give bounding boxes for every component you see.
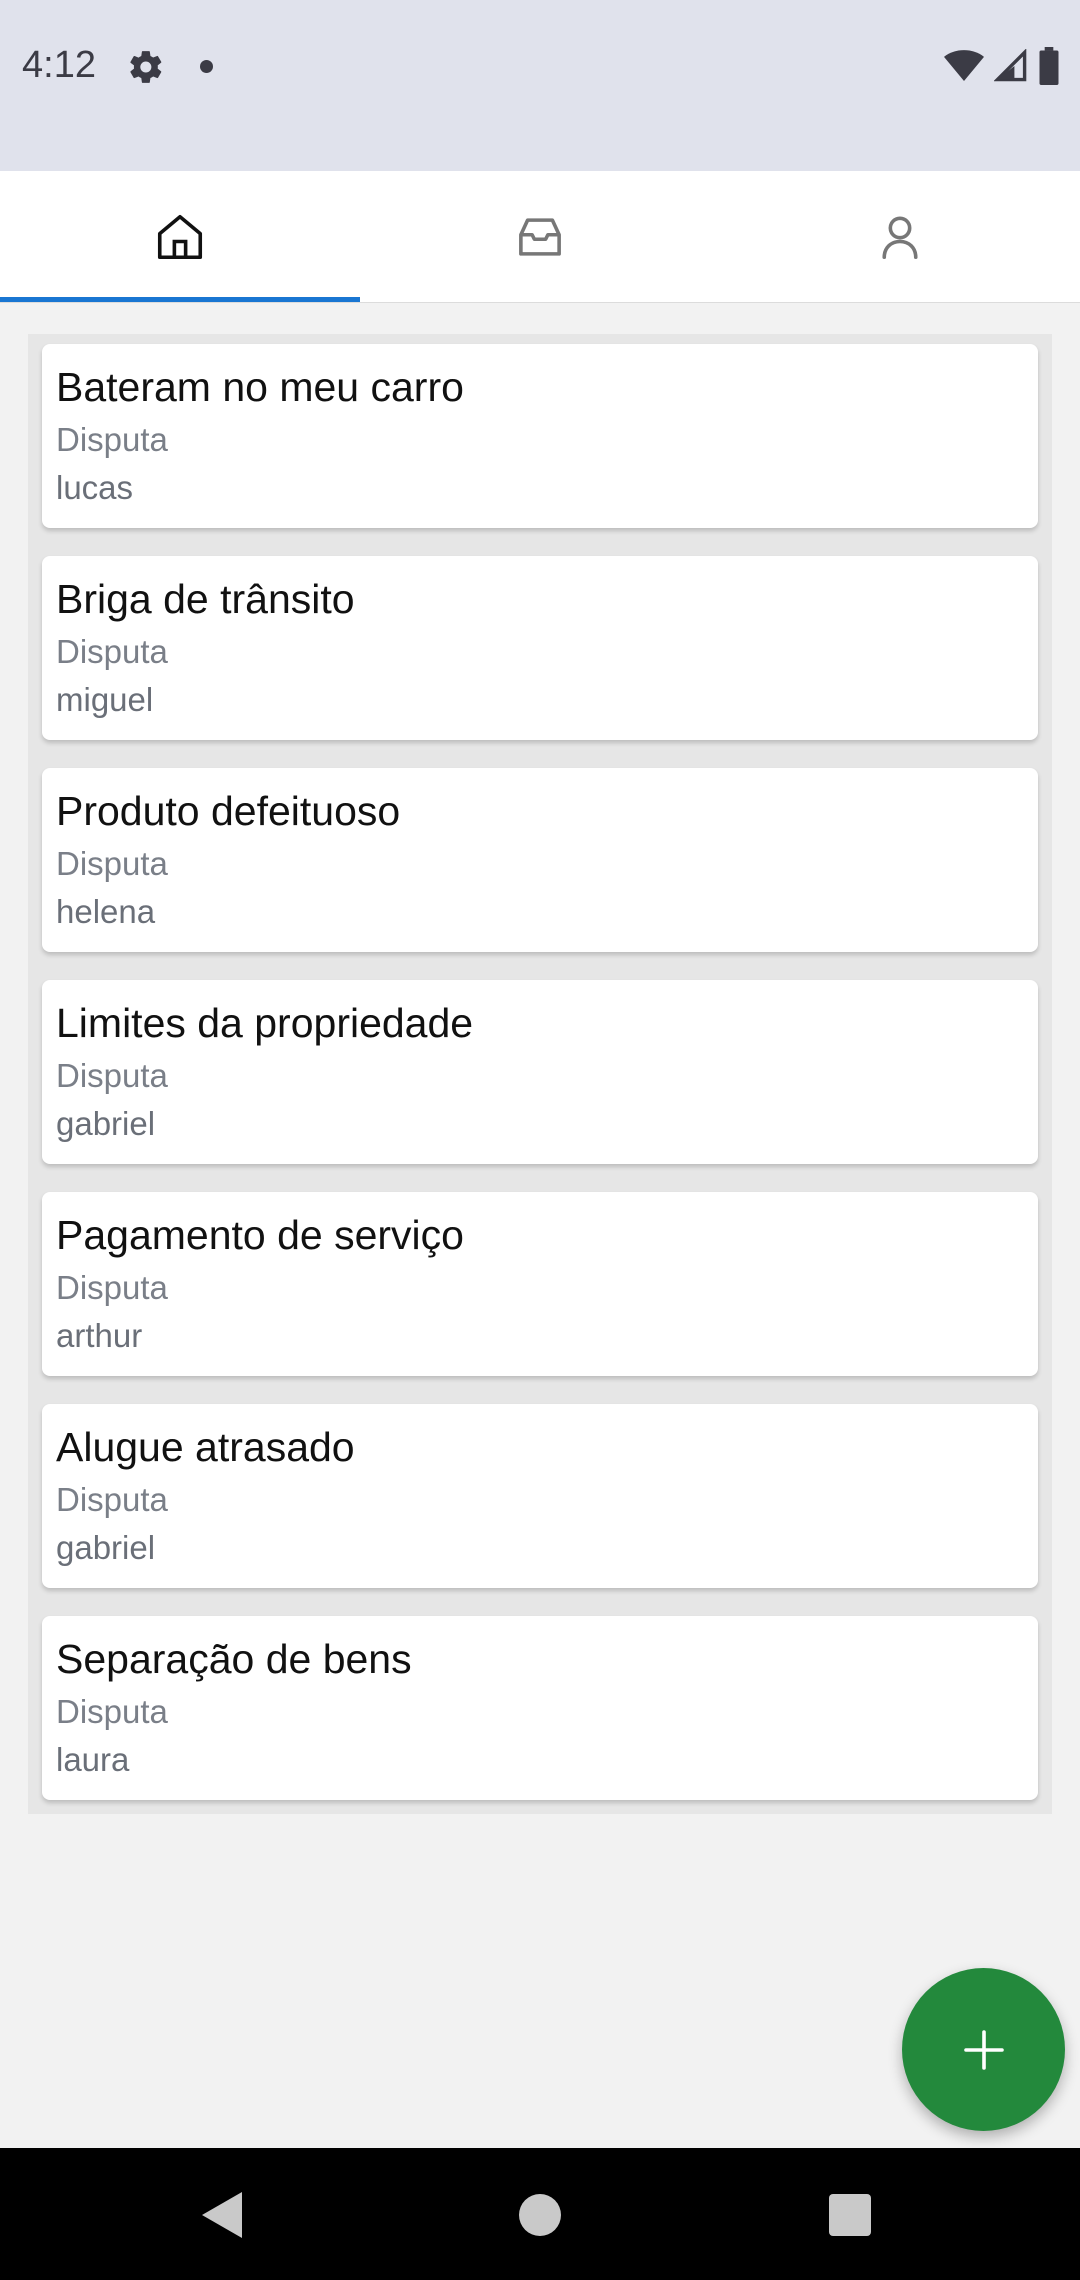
dispute-card[interactable]: Bateram no meu carro Disputa lucas [42, 344, 1038, 528]
dispute-type: Disputa [56, 421, 168, 459]
notification-dot-icon [200, 60, 213, 73]
dispute-type: Disputa [56, 1057, 168, 1095]
back-icon[interactable] [200, 2190, 244, 2240]
signal-icon [994, 49, 1027, 82]
dispute-type: Disputa [56, 1269, 168, 1307]
dispute-title: Bateram no meu carro [56, 364, 464, 410]
dispute-title: Alugue atrasado [56, 1424, 355, 1470]
dispute-title: Briga de trânsito [56, 576, 355, 622]
inbox-icon [519, 217, 561, 256]
tab-profile[interactable] [720, 171, 1080, 302]
dispute-list[interactable]: Bateram no meu carro Disputa lucas Briga… [28, 334, 1052, 1814]
system-nav-bar [0, 2148, 1080, 2280]
dispute-card[interactable]: Alugue atrasado Disputa gabriel [42, 1404, 1038, 1588]
gear-icon [130, 51, 162, 83]
home-nav-icon[interactable] [519, 2194, 561, 2236]
home-icon [157, 214, 203, 259]
recents-icon[interactable] [829, 2194, 871, 2236]
dispute-card[interactable]: Produto defeituoso Disputa helena [42, 768, 1038, 952]
dispute-title: Separação de bens [56, 1636, 412, 1682]
wifi-icon [944, 50, 984, 81]
dispute-card[interactable]: Briga de trânsito Disputa miguel [42, 556, 1038, 740]
dispute-type: Disputa [56, 845, 168, 883]
dispute-type: Disputa [56, 633, 168, 671]
dispute-user: arthur [56, 1317, 143, 1355]
dispute-card[interactable]: Limites da propriedade Disputa gabriel [42, 980, 1038, 1164]
dispute-type: Disputa [56, 1693, 168, 1731]
plus-icon [963, 2029, 1004, 2070]
dispute-user: laura [56, 1741, 130, 1779]
dispute-user: lucas [56, 469, 134, 507]
dispute-card[interactable]: Separação de bens Disputa laura [42, 1616, 1038, 1800]
dispute-title: Limites da propriedade [56, 1000, 474, 1046]
active-tab-indicator [0, 297, 360, 302]
status-icons [944, 46, 1060, 86]
tab-inbox[interactable] [360, 171, 720, 302]
dispute-user: helena [56, 893, 156, 931]
tab-bar [0, 171, 1080, 303]
user-icon [882, 216, 918, 259]
dispute-user: miguel [56, 681, 154, 719]
dispute-user: gabriel [56, 1105, 156, 1143]
dispute-title: Pagamento de serviço [56, 1212, 464, 1258]
tab-home[interactable] [0, 171, 360, 302]
dispute-title: Produto defeituoso [56, 788, 401, 834]
status-time: 4:12 [22, 44, 96, 86]
dispute-card[interactable]: Pagamento de serviço Disputa arthur [42, 1192, 1038, 1376]
add-dispute-button[interactable] [902, 1968, 1065, 2131]
status-bar: 4:12 [0, 0, 1080, 171]
dispute-type: Disputa [56, 1481, 168, 1519]
dispute-user: gabriel [56, 1529, 156, 1567]
battery-icon [1039, 47, 1059, 85]
